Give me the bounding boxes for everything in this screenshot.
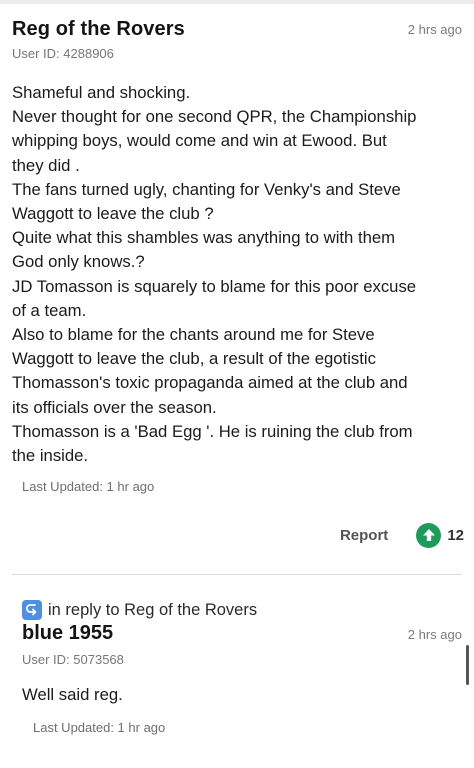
reply-context-text: in reply to Reg of the Rovers xyxy=(48,600,258,619)
comment-user-id: User ID: 4288906 xyxy=(12,46,114,61)
upvote-button[interactable] xyxy=(416,522,442,548)
comment-body-line: Never thought for one second QPR, the Ch… xyxy=(12,107,417,127)
reply-context-link[interactable]: in reply to Reg of the Rovers xyxy=(22,599,257,621)
comment-body-line: its officials over the season. xyxy=(12,397,217,417)
comment-body-line: JD Tomasson is squarely to blame for thi… xyxy=(12,276,417,296)
reply-user-id: User ID: 5073568 xyxy=(22,652,124,667)
comment-body-line: Also to blame for the chants around me f… xyxy=(12,325,375,345)
comment-body-line: they did . xyxy=(12,155,80,175)
comment-header: Reg of the Rovers 2 hrs ago xyxy=(12,18,462,48)
comment-card: Reg of the Rovers 2 hrs ago User ID: 428… xyxy=(0,0,474,574)
reply-last-updated: Last Updated: 1 hr ago xyxy=(33,720,166,735)
reply-card: in reply to Reg of the Rovers blue 1955 … xyxy=(0,575,474,768)
comment-body-line: Waggott to leave the club, a result of t… xyxy=(12,349,376,369)
comment-body-line: Waggott to leave the club ? xyxy=(12,204,214,224)
comment-body-line: Thomasson's toxic propaganda aimed at th… xyxy=(12,373,408,393)
comment-timestamp: 2 hrs ago xyxy=(407,22,462,37)
comment-body-line: Thomasson is a 'Bad Egg '. He is ruining… xyxy=(12,421,413,441)
comment-username[interactable]: Reg of the Rovers xyxy=(12,18,185,41)
comment-body-line: the inside. xyxy=(12,446,89,466)
comment-actions: Report 12 xyxy=(340,522,464,548)
comment-body-line: of a team. xyxy=(12,300,87,320)
comment-body-line: Shameful and shocking. xyxy=(12,83,191,102)
reply-timestamp: 2 hrs ago xyxy=(407,627,462,642)
scrollbar-thumb[interactable] xyxy=(466,645,469,685)
comment-body-line: God only knows.? xyxy=(12,252,145,272)
upvote-count: 12 xyxy=(447,526,464,544)
arrow-up-icon xyxy=(422,529,435,541)
comment-body-line: Quite what this shambles was anything to… xyxy=(12,228,396,248)
reply-username[interactable]: blue 1955 xyxy=(22,622,113,645)
comment-body-line: whipping boys, would come and win at Ewo… xyxy=(12,131,387,151)
comment-body-line: The fans turned ugly, chanting for Venky… xyxy=(12,179,401,199)
reply-arrow-icon xyxy=(22,600,42,620)
report-button[interactable]: Report xyxy=(340,527,388,544)
comment-last-updated: Last Updated: 1 hr ago xyxy=(22,479,155,494)
reply-body: Well said reg. xyxy=(22,685,123,704)
comment-body: Shameful and shocking. Never thought for… xyxy=(12,81,466,468)
